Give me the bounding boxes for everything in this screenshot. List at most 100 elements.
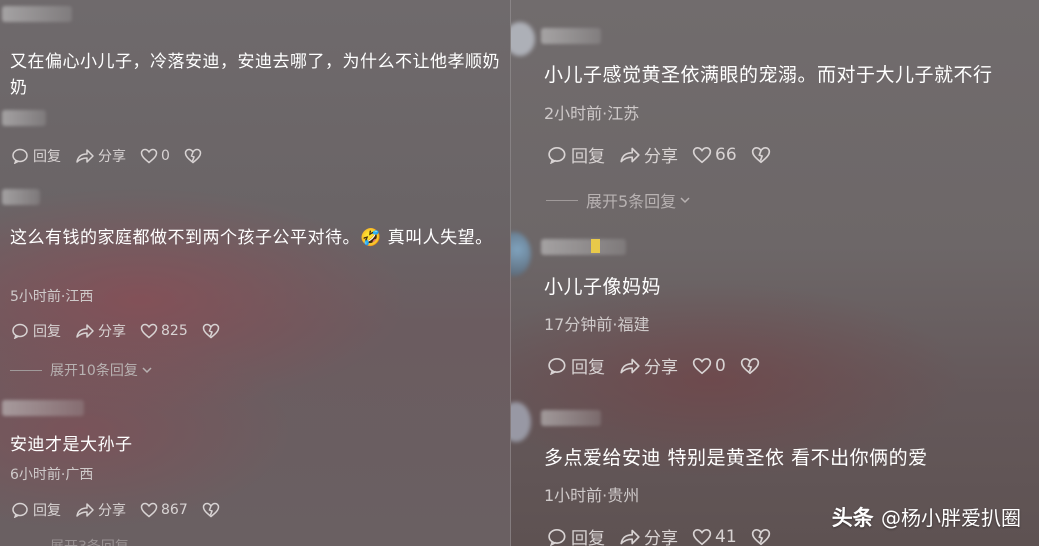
chevron-down-icon (680, 197, 690, 204)
share-label: 分享 (98, 503, 126, 519)
comment-bubble-icon (548, 357, 566, 375)
avatar[interactable] (511, 232, 531, 276)
comment-actions: 回复 分享 0 (548, 353, 777, 378)
comment-bubble-icon (548, 146, 566, 164)
reply-button[interactable]: 回复 (12, 500, 61, 520)
comment-text: 这么有钱的家庭都做不到两个孩子公平对待。🤣 真叫人失望。 (10, 228, 493, 248)
share-label: 分享 (644, 147, 678, 167)
like-count: 825 (161, 323, 188, 339)
comment-actions: 回复 分享 867 (12, 500, 237, 520)
broken-heart-icon (202, 502, 219, 518)
chevron-down-icon (142, 367, 152, 374)
broken-heart-icon (202, 323, 219, 339)
share-label: 分享 (644, 358, 678, 378)
heart-icon (692, 528, 712, 545)
reply-label: 回复 (33, 149, 61, 165)
right-comment-panel: 小儿子感觉黄圣依满眼的宠溺。而对于大儿子就不行 2小时前·江苏 回复 分享 66… (511, 0, 1039, 546)
comment-text: 又在偏心小儿子，冷落安迪，安迪去哪了，为什么不让他孝顺奶奶 (10, 52, 500, 98)
comment-bubble-icon (12, 502, 28, 518)
reply-button[interactable]: 回复 (548, 524, 605, 546)
reply-label: 回复 (33, 324, 61, 340)
watermark-account: @杨小胖爱扒圈 (881, 506, 1021, 530)
reply-label: 回复 (571, 147, 605, 167)
like-button[interactable]: 0 (140, 148, 170, 164)
comment-text: 小儿子像妈妈 (544, 276, 662, 298)
username-blurred (2, 110, 46, 126)
reply-button[interactable]: 回复 (548, 142, 605, 167)
like-count: 867 (161, 502, 188, 518)
comment-meta: 6小时前·广西 (10, 467, 94, 483)
comment-actions: 回复 分享 825 (12, 321, 237, 341)
like-button[interactable]: 0 (692, 356, 726, 376)
avatar[interactable] (511, 22, 535, 56)
like-button[interactable]: 66 (692, 145, 737, 165)
comment-bubble-icon (12, 148, 28, 164)
watermark-brand: 头条 (831, 506, 874, 530)
share-button[interactable]: 分享 (619, 524, 678, 546)
broken-heart-icon (740, 357, 759, 374)
heart-icon (692, 357, 712, 374)
share-arrow-icon (620, 358, 640, 373)
expand-replies[interactable]: 展开3条回复 (10, 536, 129, 546)
expand-divider (546, 199, 578, 201)
like-button[interactable]: 41 (692, 527, 737, 546)
share-label: 分享 (98, 324, 126, 340)
share-button[interactable]: 分享 (75, 146, 126, 166)
comment-text: 小儿子感觉黄圣依满眼的宠溺。而对于大儿子就不行 (544, 64, 993, 86)
reply-button[interactable]: 回复 (548, 353, 605, 378)
like-count: 0 (715, 355, 726, 376)
share-button[interactable]: 分享 (619, 142, 678, 167)
heart-icon (140, 502, 158, 518)
expand-replies-label: 展开5条回复 (586, 192, 677, 211)
like-button[interactable]: 825 (140, 323, 188, 339)
comment-text: 多点爱给安迪 特别是黄圣依 看不出你俩的爱 (544, 447, 928, 469)
comment-text: 安迪才是大孙子 (10, 435, 133, 455)
dislike-button[interactable] (184, 148, 205, 164)
username-blurred (541, 410, 601, 426)
like-button[interactable]: 867 (140, 502, 188, 518)
expand-replies[interactable]: 展开10条回复 (10, 360, 153, 380)
share-arrow-icon (76, 149, 94, 163)
share-arrow-icon (76, 503, 94, 517)
username-blurred (2, 189, 40, 205)
reply-button[interactable]: 回复 (12, 321, 61, 341)
share-arrow-icon (620, 147, 640, 162)
avatar[interactable] (511, 402, 531, 442)
username-blurred (2, 400, 84, 416)
comment-meta: 2小时前·江苏 (544, 104, 640, 123)
like-count: 0 (161, 148, 170, 164)
broken-heart-icon (751, 528, 770, 545)
reply-button[interactable]: 回复 (12, 146, 61, 166)
expand-replies-label: 展开10条回复 (50, 363, 138, 379)
share-button[interactable]: 分享 (75, 500, 126, 520)
share-arrow-icon (620, 529, 640, 544)
like-count: 41 (715, 526, 737, 546)
username-blurred (541, 28, 601, 44)
comment-meta: 5小时前·江西 (10, 289, 94, 305)
comment-meta: 17分钟前·福建 (544, 315, 650, 334)
comment-meta: 1小时前·贵州 (544, 486, 640, 505)
share-button[interactable]: 分享 (619, 353, 678, 378)
left-comment-panel: 又在偏心小儿子，冷落安迪，安迪去哪了，为什么不让他孝顺奶奶 回复 分享 0 这么… (0, 0, 511, 546)
dislike-button[interactable] (202, 323, 223, 339)
share-button[interactable]: 分享 (75, 321, 126, 341)
dislike-button[interactable] (202, 502, 223, 518)
dislike-button[interactable] (740, 357, 763, 375)
dislike-button[interactable] (751, 528, 774, 546)
reply-label: 回复 (571, 358, 605, 378)
comment-bubble-icon (12, 323, 28, 339)
share-label: 分享 (644, 529, 678, 546)
heart-icon (692, 146, 712, 163)
share-arrow-icon (76, 324, 94, 338)
dislike-button[interactable] (751, 146, 774, 164)
reply-label: 回复 (571, 529, 605, 546)
expand-replies[interactable]: 展开5条回复 (546, 188, 691, 212)
broken-heart-icon (184, 148, 202, 164)
toutiao-watermark: 头条 @杨小胖爱扒圈 (832, 502, 1021, 532)
broken-heart-icon (751, 146, 770, 163)
like-count: 66 (715, 144, 737, 165)
username-blurred (541, 239, 626, 255)
share-label: 分享 (98, 149, 126, 165)
expand-divider (10, 369, 42, 371)
heart-icon (140, 323, 158, 339)
